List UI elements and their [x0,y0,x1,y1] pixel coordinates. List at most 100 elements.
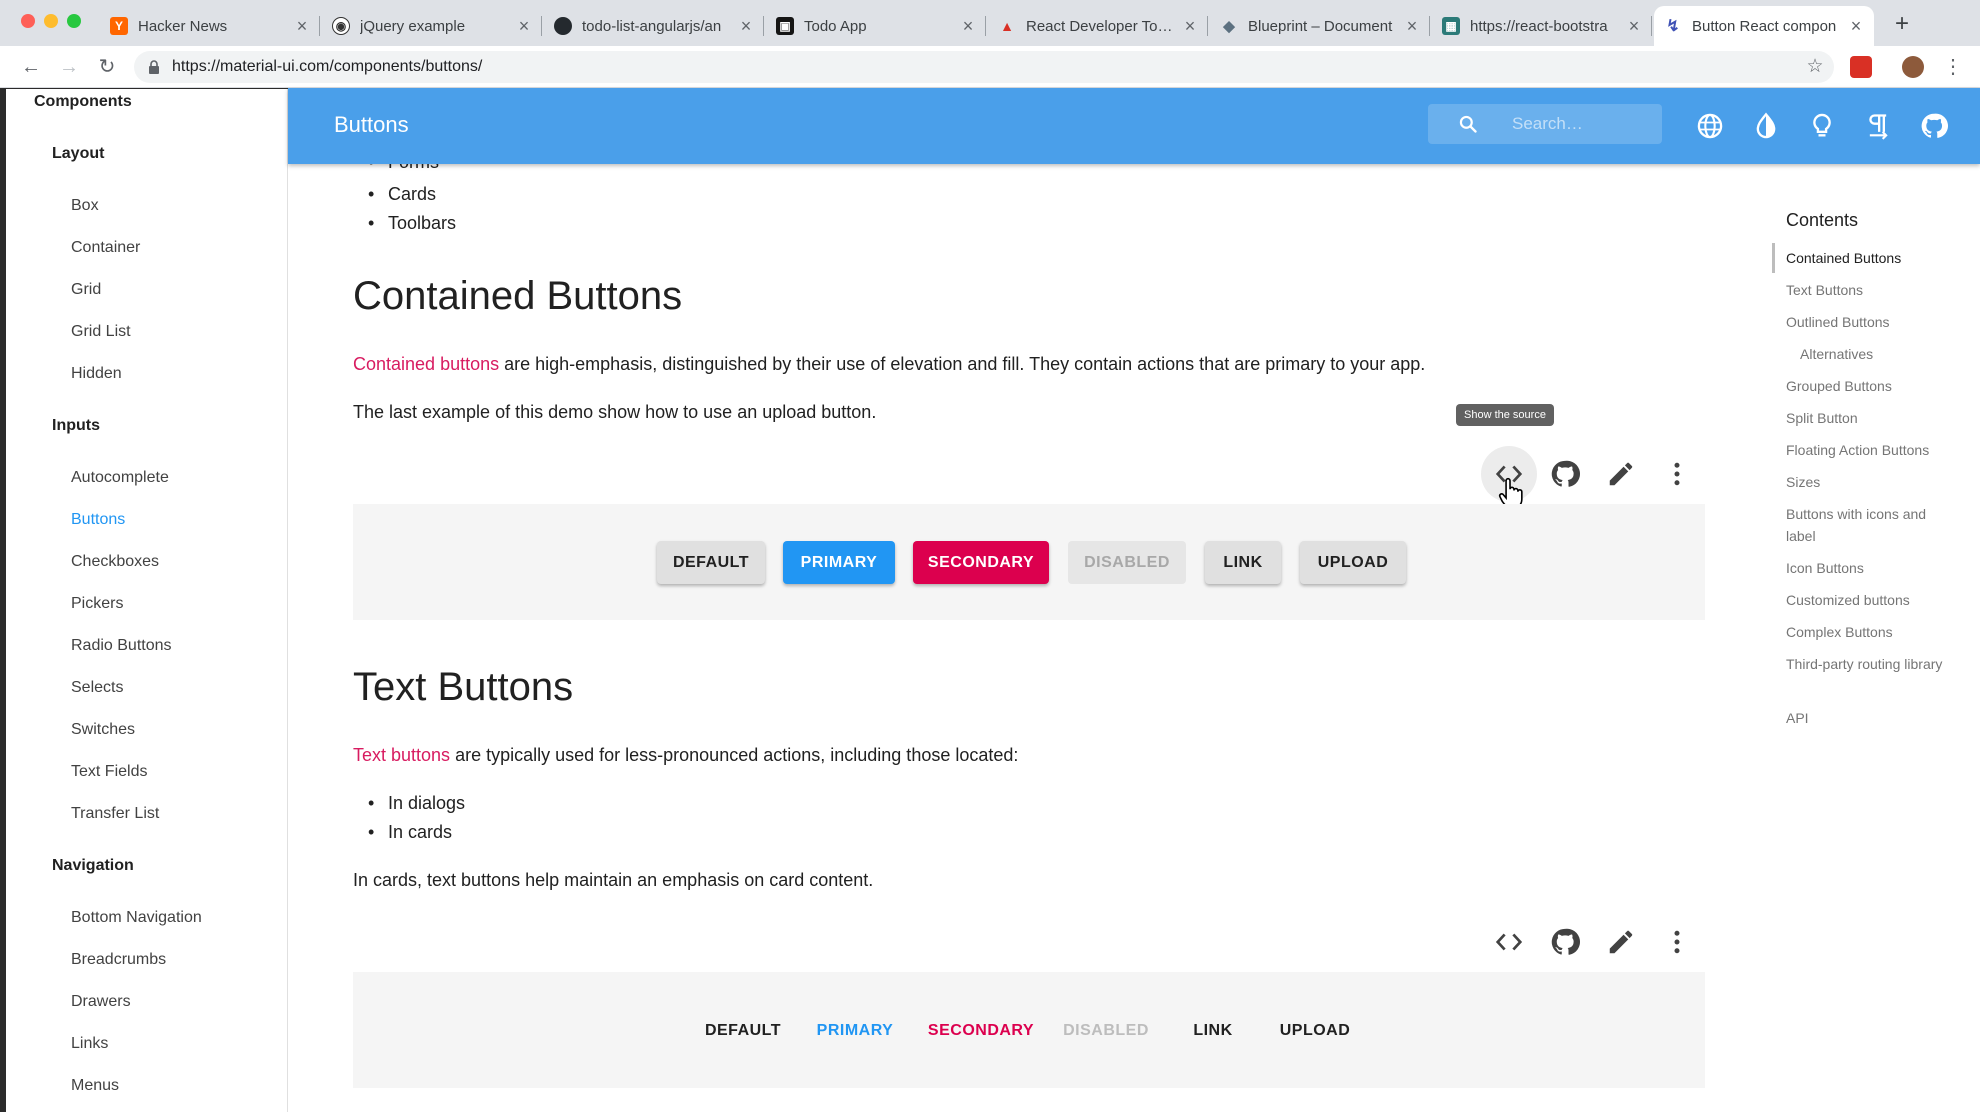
sidebar-item-grid-list[interactable]: Grid List [6,323,287,341]
sidebar-section-components[interactable]: Components [6,93,287,111]
code-icon[interactable] [1494,927,1524,957]
text-buttons-link[interactable]: Text buttons [353,745,450,765]
toc-link[interactable]: Floating Action Buttons [1786,439,1956,461]
edit-icon[interactable] [1606,459,1636,489]
toc-link[interactable]: Split Button [1786,407,1956,429]
browser-tab[interactable]: ▦ https://react-bootstra × [1432,6,1652,46]
new-tab-icon[interactable]: + [1888,10,1916,38]
sidebar-item-hidden[interactable]: Hidden [6,365,287,383]
url-text: https://material-ui.com/components/butto… [172,58,483,75]
sidebar-item-switches[interactable]: Switches [6,721,287,739]
sidebar-item-box[interactable]: Box [6,197,287,215]
tab-close-icon[interactable]: × [1182,16,1198,37]
material-ui-icon: ↯ [1666,18,1680,35]
tab-title: Button React compon [1692,17,1837,35]
window-close-button[interactable] [21,14,35,28]
toc-link[interactable]: Alternatives [1800,343,1970,365]
bookmark-star-icon[interactable]: ☆ [1802,54,1828,80]
secondary-button[interactable]: SECONDARY [919,1009,1043,1052]
github-icon[interactable] [1550,459,1580,489]
forward-icon[interactable]: → [56,54,82,80]
edit-icon[interactable] [1606,927,1636,957]
toc-link[interactable]: Outlined Buttons [1786,311,1956,333]
theme-icon[interactable] [1752,112,1780,140]
search-input[interactable] [1512,113,1642,135]
language-icon[interactable] [1696,112,1724,140]
toc-link[interactable]: Customized buttons [1786,589,1956,611]
sidebar-item-buttons[interactable]: Buttons [6,511,287,529]
upload-button[interactable]: UPLOAD [1265,1009,1365,1052]
toc-link[interactable]: Contained Buttons [1786,247,1956,269]
link-button[interactable]: LINK [1173,1009,1253,1052]
sidebar-item-grid[interactable]: Grid [6,281,287,299]
toc-link[interactable]: Complex Buttons [1786,621,1956,643]
toc-link[interactable]: Grouped Buttons [1786,375,1956,397]
primary-button[interactable]: PRIMARY [783,541,895,584]
default-button[interactable]: DEFAULT [693,1009,793,1052]
sidebar-item-pickers[interactable]: Pickers [6,595,287,613]
more-vert-icon[interactable] [1662,459,1692,489]
back-icon[interactable]: ← [18,54,44,80]
text-direction-icon[interactable] [1864,112,1892,140]
sidebar-item-breadcrumbs[interactable]: Breadcrumbs [6,951,287,969]
blueprint-icon: ◆ [1223,18,1235,35]
github-icon[interactable] [1920,112,1948,140]
browser-tab[interactable]: ◉ jQuery example × [322,6,542,46]
toc-link[interactable]: Sizes [1786,471,1956,493]
tab-title: Hacker News [138,17,228,35]
browser-tab-active[interactable]: ↯ Button React compon × [1654,6,1874,46]
toc-link[interactable]: Icon Buttons [1786,557,1956,579]
sidebar-item-menus[interactable]: Menus [6,1077,287,1095]
browser-menu-icon[interactable]: ⋮ [1940,54,1966,80]
sidebar-group-navigation[interactable]: Navigation [6,857,287,875]
tab-close-icon[interactable]: × [960,16,976,37]
default-button[interactable]: DEFAULT [657,541,765,584]
sidebar-item-container[interactable]: Container [6,239,287,257]
sidebar-item-text-fields[interactable]: Text Fields [6,763,287,781]
primary-button[interactable]: PRIMARY [805,1009,905,1052]
window-minimize-button[interactable] [44,14,58,28]
contained-buttons-link[interactable]: Contained buttons [353,354,499,374]
tab-close-icon[interactable]: × [516,16,532,37]
profile-avatar[interactable] [1902,56,1924,78]
secondary-button[interactable]: SECONDARY [913,541,1049,584]
browser-tab[interactable]: ▣ Todo App × [766,6,986,46]
tab-close-icon[interactable]: × [1626,16,1642,37]
more-vert-icon[interactable] [1662,927,1692,957]
browser-tab[interactable]: Y Hacker News × [100,6,320,46]
tab-close-icon[interactable]: × [738,16,754,37]
toc-link[interactable]: Text Buttons [1786,279,1956,301]
lightbulb-icon[interactable] [1808,112,1836,140]
tab-close-icon[interactable]: × [1404,16,1420,37]
github-icon[interactable] [1550,927,1580,957]
browser-tab[interactable]: ▲ React Developer Tools × [988,6,1208,46]
tab-close-icon[interactable]: × [294,16,310,37]
list-item: Forms [368,164,439,173]
link-button[interactable]: LINK [1205,541,1281,584]
browser-tab[interactable]: ◆ Blueprint – Document × [1210,6,1430,46]
toc-link[interactable]: Buttons with icons and label [1786,503,1956,547]
toc-link[interactable]: API [1786,707,1956,729]
browser-tab[interactable]: todo-list-angularjs/an × [544,6,764,46]
sidebar-item-radio-buttons[interactable]: Radio Buttons [6,637,287,655]
sidebar-item-checkboxes[interactable]: Checkboxes [6,553,287,571]
section-heading-contained: Contained Buttons [353,274,683,318]
tab-close-icon[interactable]: × [1848,16,1864,37]
tab-title: jQuery example [360,17,466,35]
sidebar-item-drawers[interactable]: Drawers [6,993,287,1011]
sidebar-item-autocomplete[interactable]: Autocomplete [6,469,287,487]
sidebar-group-inputs[interactable]: Inputs [6,417,287,435]
sidebar-group-layout[interactable]: Layout [6,145,287,163]
window-maximize-button[interactable] [67,14,81,28]
sidebar-item-bottom-navigation[interactable]: Bottom Navigation [6,909,287,927]
sidebar-item-transfer-list[interactable]: Transfer List [6,805,287,823]
reload-icon[interactable]: ↻ [94,54,120,80]
sidebar-item-links[interactable]: Links [6,1035,287,1053]
address-bar[interactable]: https://material-ui.com/components/butto… [134,51,1834,83]
section-note: In cards, text buttons help maintain an … [353,870,874,890]
upload-button[interactable]: UPLOAD [1300,541,1406,584]
search-box[interactable] [1428,104,1662,144]
sidebar-item-selects[interactable]: Selects [6,679,287,697]
toc-link[interactable]: Third-party routing library [1786,653,1956,675]
extension-icon[interactable] [1850,56,1872,78]
